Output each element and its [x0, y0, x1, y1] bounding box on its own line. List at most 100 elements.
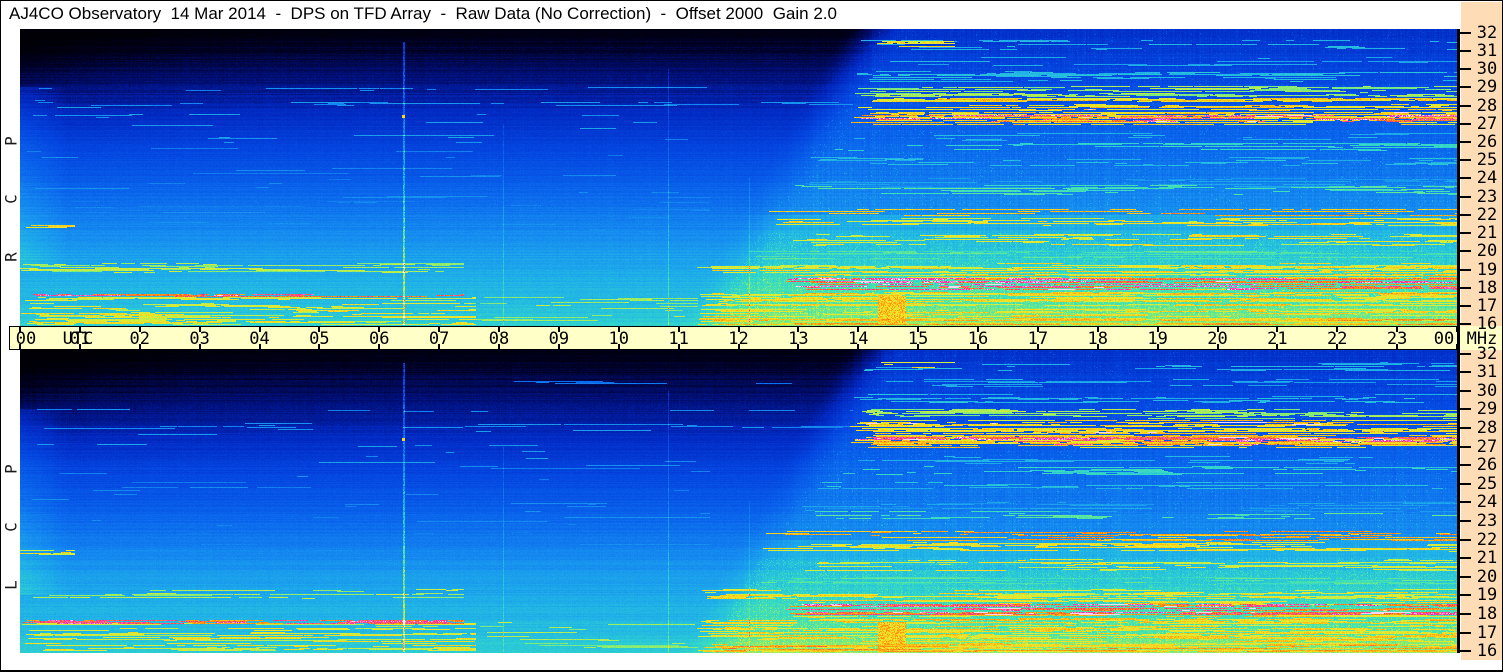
hour-label: 04 [242, 329, 278, 349]
frequency-label: 18 [1472, 604, 1502, 624]
hour-label: 19 [1140, 329, 1176, 349]
frequency-tick [1460, 287, 1471, 289]
frequency-label: 16 [1472, 314, 1502, 334]
frequency-label: 29 [1472, 77, 1502, 97]
frequency-label: 27 [1472, 437, 1502, 457]
hour-label: 18 [1080, 329, 1116, 349]
hour-label: 21 [1259, 329, 1295, 349]
frequency-label: 30 [1472, 381, 1502, 401]
frequency-tick [1460, 483, 1471, 485]
hour-label: 01 [62, 329, 98, 349]
frequency-tick [1460, 353, 1471, 355]
hour-label: 15 [900, 329, 936, 349]
frequency-label: 17 [1472, 296, 1502, 316]
frequency-tick [1460, 123, 1471, 125]
hour-label: 11 [661, 329, 697, 349]
frequency-tick [1460, 68, 1471, 70]
frequency-tick [1460, 50, 1471, 52]
frequency-label: 19 [1472, 585, 1502, 605]
frequency-label: 22 [1472, 530, 1502, 550]
frequency-tick [1460, 86, 1471, 88]
frequency-label: 16 [1472, 641, 1502, 661]
frequency-label: 31 [1472, 362, 1502, 382]
frequency-label: 24 [1472, 168, 1502, 188]
window-title: AJ4CO Observatory 14 Mar 2014 - DPS on T… [9, 4, 837, 26]
frequency-label: 17 [1472, 623, 1502, 643]
hour-label: 00 [8, 329, 44, 349]
frequency-label: 21 [1472, 223, 1502, 243]
hour-label: 13 [780, 329, 816, 349]
frequency-tick [1460, 196, 1471, 198]
frequency-tick [1460, 141, 1471, 143]
lcp-spectrogram-canvas [20, 350, 1457, 653]
frequency-tick [1460, 269, 1471, 271]
frequency-label: 21 [1472, 548, 1502, 568]
hour-label: 06 [361, 329, 397, 349]
frequency-tick [1460, 501, 1471, 503]
frequency-label: 29 [1472, 399, 1502, 419]
frequency-tick [1460, 305, 1471, 307]
lcp-letter-l: L [2, 577, 20, 594]
hour-label: 10 [601, 329, 637, 349]
frequency-label: 31 [1472, 41, 1502, 61]
hour-label: 09 [541, 329, 577, 349]
frequency-tick [1460, 105, 1471, 107]
frequency-label: 19 [1472, 260, 1502, 280]
frequency-label: 25 [1472, 474, 1502, 494]
frequency-label: 26 [1472, 132, 1502, 152]
frequency-label: 30 [1472, 59, 1502, 79]
frequency-tick [1460, 323, 1471, 325]
hour-label: 23 [1379, 329, 1415, 349]
frequency-label: 32 [1472, 344, 1502, 364]
frequency-label: 23 [1472, 187, 1502, 207]
hour-label: 20 [1200, 329, 1236, 349]
frequency-tick [1460, 539, 1471, 541]
frequency-label: 28 [1472, 418, 1502, 438]
frequency-label: 27 [1472, 114, 1502, 134]
frequency-label: 32 [1472, 23, 1502, 43]
hour-label: 03 [182, 329, 218, 349]
frequency-label: 23 [1472, 511, 1502, 531]
hour-label: 14 [840, 329, 876, 349]
frequency-tick [1460, 408, 1471, 410]
frequency-label: 26 [1472, 455, 1502, 475]
frequency-tick [1460, 177, 1471, 179]
frequency-tick [1460, 159, 1471, 161]
frequency-tick [1460, 390, 1471, 392]
frequency-tick [1460, 520, 1471, 522]
frequency-label: 28 [1472, 96, 1502, 116]
frequency-tick [1460, 594, 1471, 596]
lcp-letter-c: C [2, 519, 20, 536]
frequency-tick [1460, 464, 1471, 466]
frequency-label: 20 [1472, 241, 1502, 261]
frequency-label: 25 [1472, 150, 1502, 170]
hour-label: 17 [1020, 329, 1056, 349]
rcp-letter-p: P [2, 133, 20, 150]
frequency-tick [1460, 613, 1471, 615]
hour-label: 05 [301, 329, 337, 349]
frequency-tick [1460, 250, 1471, 252]
frequency-label: 20 [1472, 567, 1502, 587]
hour-label: 08 [481, 329, 517, 349]
frequency-axis-line [1457, 29, 1460, 653]
frequency-tick [1460, 214, 1471, 216]
hour-label: 22 [1319, 329, 1355, 349]
lcp-letter-p: P [2, 461, 20, 478]
frequency-label: 22 [1472, 205, 1502, 225]
hour-label: 02 [122, 329, 158, 349]
hour-label: 12 [721, 329, 757, 349]
frequency-tick [1460, 446, 1471, 448]
frequency-tick [1460, 650, 1471, 652]
frequency-tick [1460, 32, 1471, 34]
frequency-tick [1460, 576, 1471, 578]
frequency-tick [1460, 232, 1471, 234]
frequency-tick [1460, 371, 1471, 373]
app-window: AJ4CO Observatory 14 Mar 2014 - DPS on T… [0, 0, 1503, 672]
hour-label: 16 [960, 329, 996, 349]
frequency-tick [1460, 557, 1471, 559]
frequency-tick [1460, 427, 1471, 429]
frequency-label: 18 [1472, 278, 1502, 298]
frequency-label: 24 [1472, 492, 1502, 512]
rcp-letter-c: C [2, 191, 20, 208]
hour-label: 07 [421, 329, 457, 349]
